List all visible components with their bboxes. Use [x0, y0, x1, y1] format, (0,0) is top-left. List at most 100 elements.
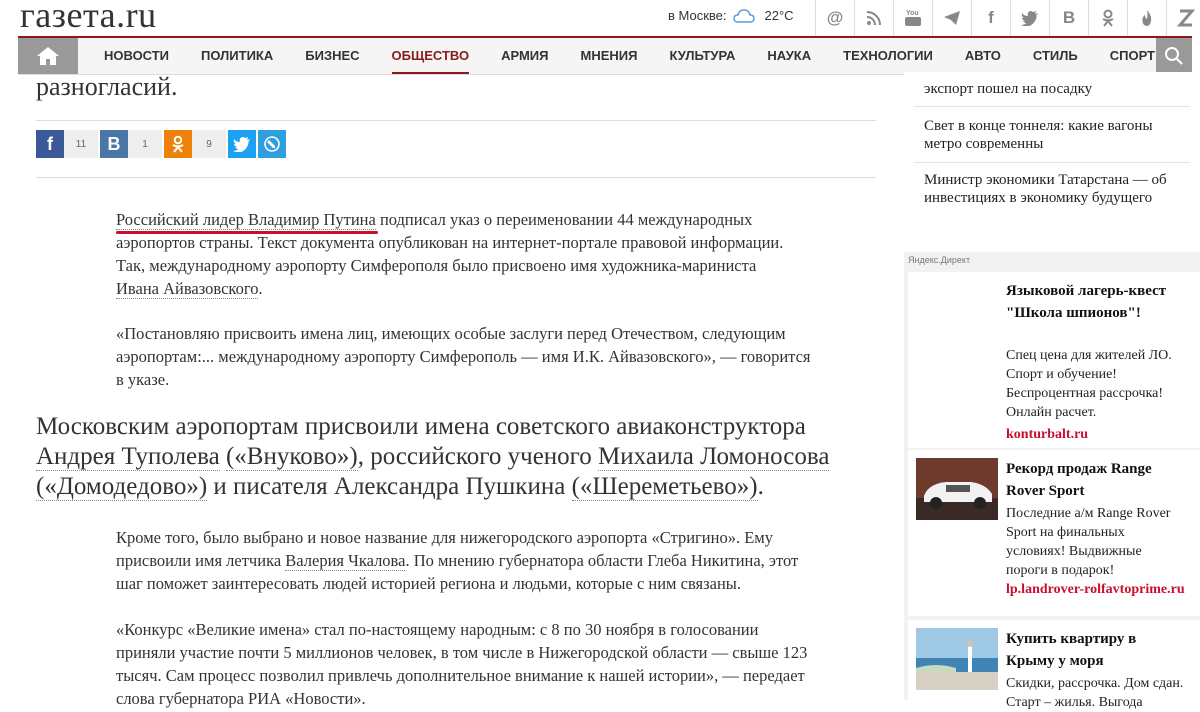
paragraph-text: . По мнению губернатора области Глеба Ни… — [405, 551, 799, 570]
paragraph-2: «Постановляю присвоить имена лиц, имеющи… — [116, 322, 896, 391]
weather-temp: 22°C — [764, 8, 794, 23]
ad-text: Спец цена для жителей ЛО. Спорт и обучен… — [1006, 348, 1172, 420]
subheading-text: , российского ученого — [357, 443, 599, 470]
paragraph-text: слова губернатора РИА «Новости». — [116, 689, 366, 708]
home-button[interactable] — [18, 38, 78, 74]
search-button[interactable] — [1156, 38, 1192, 74]
subheading-text: Московским аэропортам присвоили имена со… — [36, 413, 806, 440]
vnukovo-link[interactable]: («Внуково») — [225, 443, 358, 471]
nav-item-tech[interactable]: ТЕХНОЛОГИИ — [827, 38, 949, 74]
sidebar-news: экспорт пошел на посадку Свет в конце то… — [904, 72, 1200, 252]
odnoklassniki-icon — [172, 135, 184, 153]
nav-item-science[interactable]: НАУКА — [751, 38, 827, 74]
subheading-text: и писателя Александра Пушкина — [207, 473, 572, 500]
nav-item-society[interactable]: ОБЩЕСТВО — [376, 38, 486, 74]
divider — [914, 106, 1190, 107]
site-logo[interactable]: газета.ru — [20, 0, 157, 36]
sidebar: экспорт пошел на посадку Свет в конце то… — [904, 72, 1200, 710]
paragraph-4: «Конкурс «Великие имена» стал по-настоящ… — [116, 618, 896, 710]
facebook-count: 11 — [64, 130, 98, 158]
nav-item-culture[interactable]: КУЛЬТУРА — [653, 38, 751, 74]
tupolev-link[interactable]: Андрея Туполева — [36, 443, 220, 471]
at-icon[interactable]: @ — [815, 0, 854, 36]
fire-icon[interactable] — [1127, 0, 1166, 36]
twitter-icon — [233, 136, 250, 152]
paragraph-text: в указе. — [116, 370, 170, 389]
domodedovo-link[interactable]: («Домодедово») — [36, 473, 208, 501]
subheading-text: . — [757, 473, 764, 500]
youtube-icon[interactable]: You — [893, 0, 932, 36]
sidebar-news-item[interactable]: Министр экономики Татарстана — об инвест… — [924, 171, 1184, 207]
vk-count: 1 — [128, 130, 162, 158]
svg-text:You: You — [906, 10, 919, 17]
paragraph-text: аэропортам:... международному аэропорту … — [116, 347, 811, 366]
paragraph-3: Кроме того, было выбрано и новое названи… — [116, 526, 896, 595]
paragraph-text: Так, международному аэропорту Симферопол… — [116, 256, 757, 275]
weather-widget: в Москве: 22°C — [668, 8, 794, 23]
search-icon — [1165, 47, 1183, 65]
facebook-icon[interactable]: f — [971, 0, 1010, 36]
zen-icon[interactable] — [1166, 0, 1200, 36]
nav-item-news[interactable]: НОВОСТИ — [88, 38, 185, 74]
facebook-icon: f — [47, 133, 53, 154]
prev-heading: разногласий. — [36, 72, 178, 101]
paragraph-text: . — [258, 279, 263, 298]
nav-item-business[interactable]: БИЗНЕС — [289, 38, 375, 74]
nav-item-auto[interactable]: АВТО — [949, 38, 1017, 74]
sidebar-news-item[interactable]: экспорт пошел на посадку — [924, 80, 1184, 98]
twitter-icon[interactable] — [1010, 0, 1049, 36]
top-bar: газета.ru в Москве: 22°C @ You f В — [0, 0, 1200, 36]
paragraph-text: приняли участие почти 5 миллионов челове… — [116, 643, 808, 662]
paragraph-text: шаг поможет заинтересовать людей историе… — [116, 574, 741, 593]
share-facebook-button[interactable]: f — [36, 130, 64, 158]
aivazovsky-link[interactable]: Ивана Айвазовского — [116, 279, 259, 299]
chkalov-link[interactable]: Валерия Чкалова — [285, 551, 406, 571]
paragraph-text: подписал указ о переименовании 44 междун… — [375, 210, 753, 229]
sea-view-image — [916, 628, 998, 690]
telegram-icon[interactable] — [932, 0, 971, 36]
paragraph-1: Российский лидер Владимир Путина подписа… — [116, 208, 896, 300]
share-twitter-button[interactable] — [228, 130, 256, 158]
share-bar: f 11 В 1 9 — [36, 130, 286, 158]
paragraph-text: «Конкурс «Великие имена» стал по-настоящ… — [116, 620, 759, 639]
ad-card[interactable]: Купить квартиру в Крыму у моря Скидки, р… — [908, 620, 1200, 710]
social-links: @ You f В — [815, 0, 1200, 36]
share-vk-button[interactable]: В — [100, 130, 128, 158]
nav-item-style[interactable]: СТИЛЬ — [1017, 38, 1094, 74]
nav-item-opinions[interactable]: МНЕНИЯ — [565, 38, 654, 74]
yandex-direct-label[interactable]: Яндекс.Директ — [908, 255, 970, 265]
share-ok-button[interactable] — [164, 130, 192, 158]
ad-domain[interactable]: konturbalt.ru — [1006, 425, 1186, 444]
sidebar-news-item[interactable]: Свет в конце тоннеля: какие вагоны метро… — [924, 117, 1184, 153]
car-image — [916, 458, 998, 520]
ad-title[interactable]: Купить квартиру в Крыму у моря — [1006, 628, 1186, 672]
vk-icon: В — [107, 133, 121, 154]
nav-items: НОВОСТИ ПОЛИТИКА БИЗНЕС ОБЩЕСТВО АРМИЯ М… — [88, 38, 1171, 74]
sheremetyevo-link[interactable]: («Шереметьево») — [571, 473, 758, 501]
share-livejournal-button[interactable] — [258, 130, 286, 158]
rss-icon[interactable] — [854, 0, 893, 36]
ad-card[interactable]: Языковой лагерь-квест "Школа шпионов"! С… — [908, 272, 1200, 448]
ad-text: Последние а/м Range Rover Sport на финал… — [1006, 506, 1171, 578]
nav-item-army[interactable]: АРМИЯ — [485, 38, 564, 74]
article-subheading: Московским аэропортам присвоили имена со… — [36, 412, 896, 502]
main-nav: НОВОСТИ ПОЛИТИКА БИЗНЕС ОБЩЕСТВО АРМИЯ М… — [18, 36, 1192, 75]
divider — [914, 162, 1190, 163]
putin-link[interactable]: Российский лидер Владимир Путина — [116, 210, 376, 230]
paragraph-text: аэропортов страны. Текст документа опубл… — [116, 233, 784, 252]
divider — [36, 120, 876, 121]
ad-domain[interactable]: lp.landrover-rolfavtoprime.ru — [1006, 580, 1186, 599]
paragraph-text: тысяч. Сам процесс позволил привлечь доп… — [116, 666, 805, 685]
paragraph-text: Кроме того, было выбрано и новое названи… — [116, 528, 773, 547]
paragraph-text: «Постановляю присвоить имена лиц, имеющи… — [116, 324, 786, 343]
home-icon — [37, 47, 59, 65]
nav-item-politics[interactable]: ПОЛИТИКА — [185, 38, 289, 74]
ad-card[interactable]: Рекорд продаж Range Rover Sport Последни… — [908, 450, 1200, 616]
lomonosov-link[interactable]: Михаила Ломоносова — [598, 443, 830, 471]
odnoklassniki-icon[interactable] — [1088, 0, 1127, 36]
cloud-icon — [732, 8, 755, 23]
ad-title[interactable]: Языковой лагерь-квест "Школа шпионов"! — [1006, 280, 1186, 324]
divider — [36, 177, 876, 178]
ad-title[interactable]: Рекорд продаж Range Rover Sport — [1006, 458, 1186, 502]
vk-icon[interactable]: В — [1049, 0, 1088, 36]
